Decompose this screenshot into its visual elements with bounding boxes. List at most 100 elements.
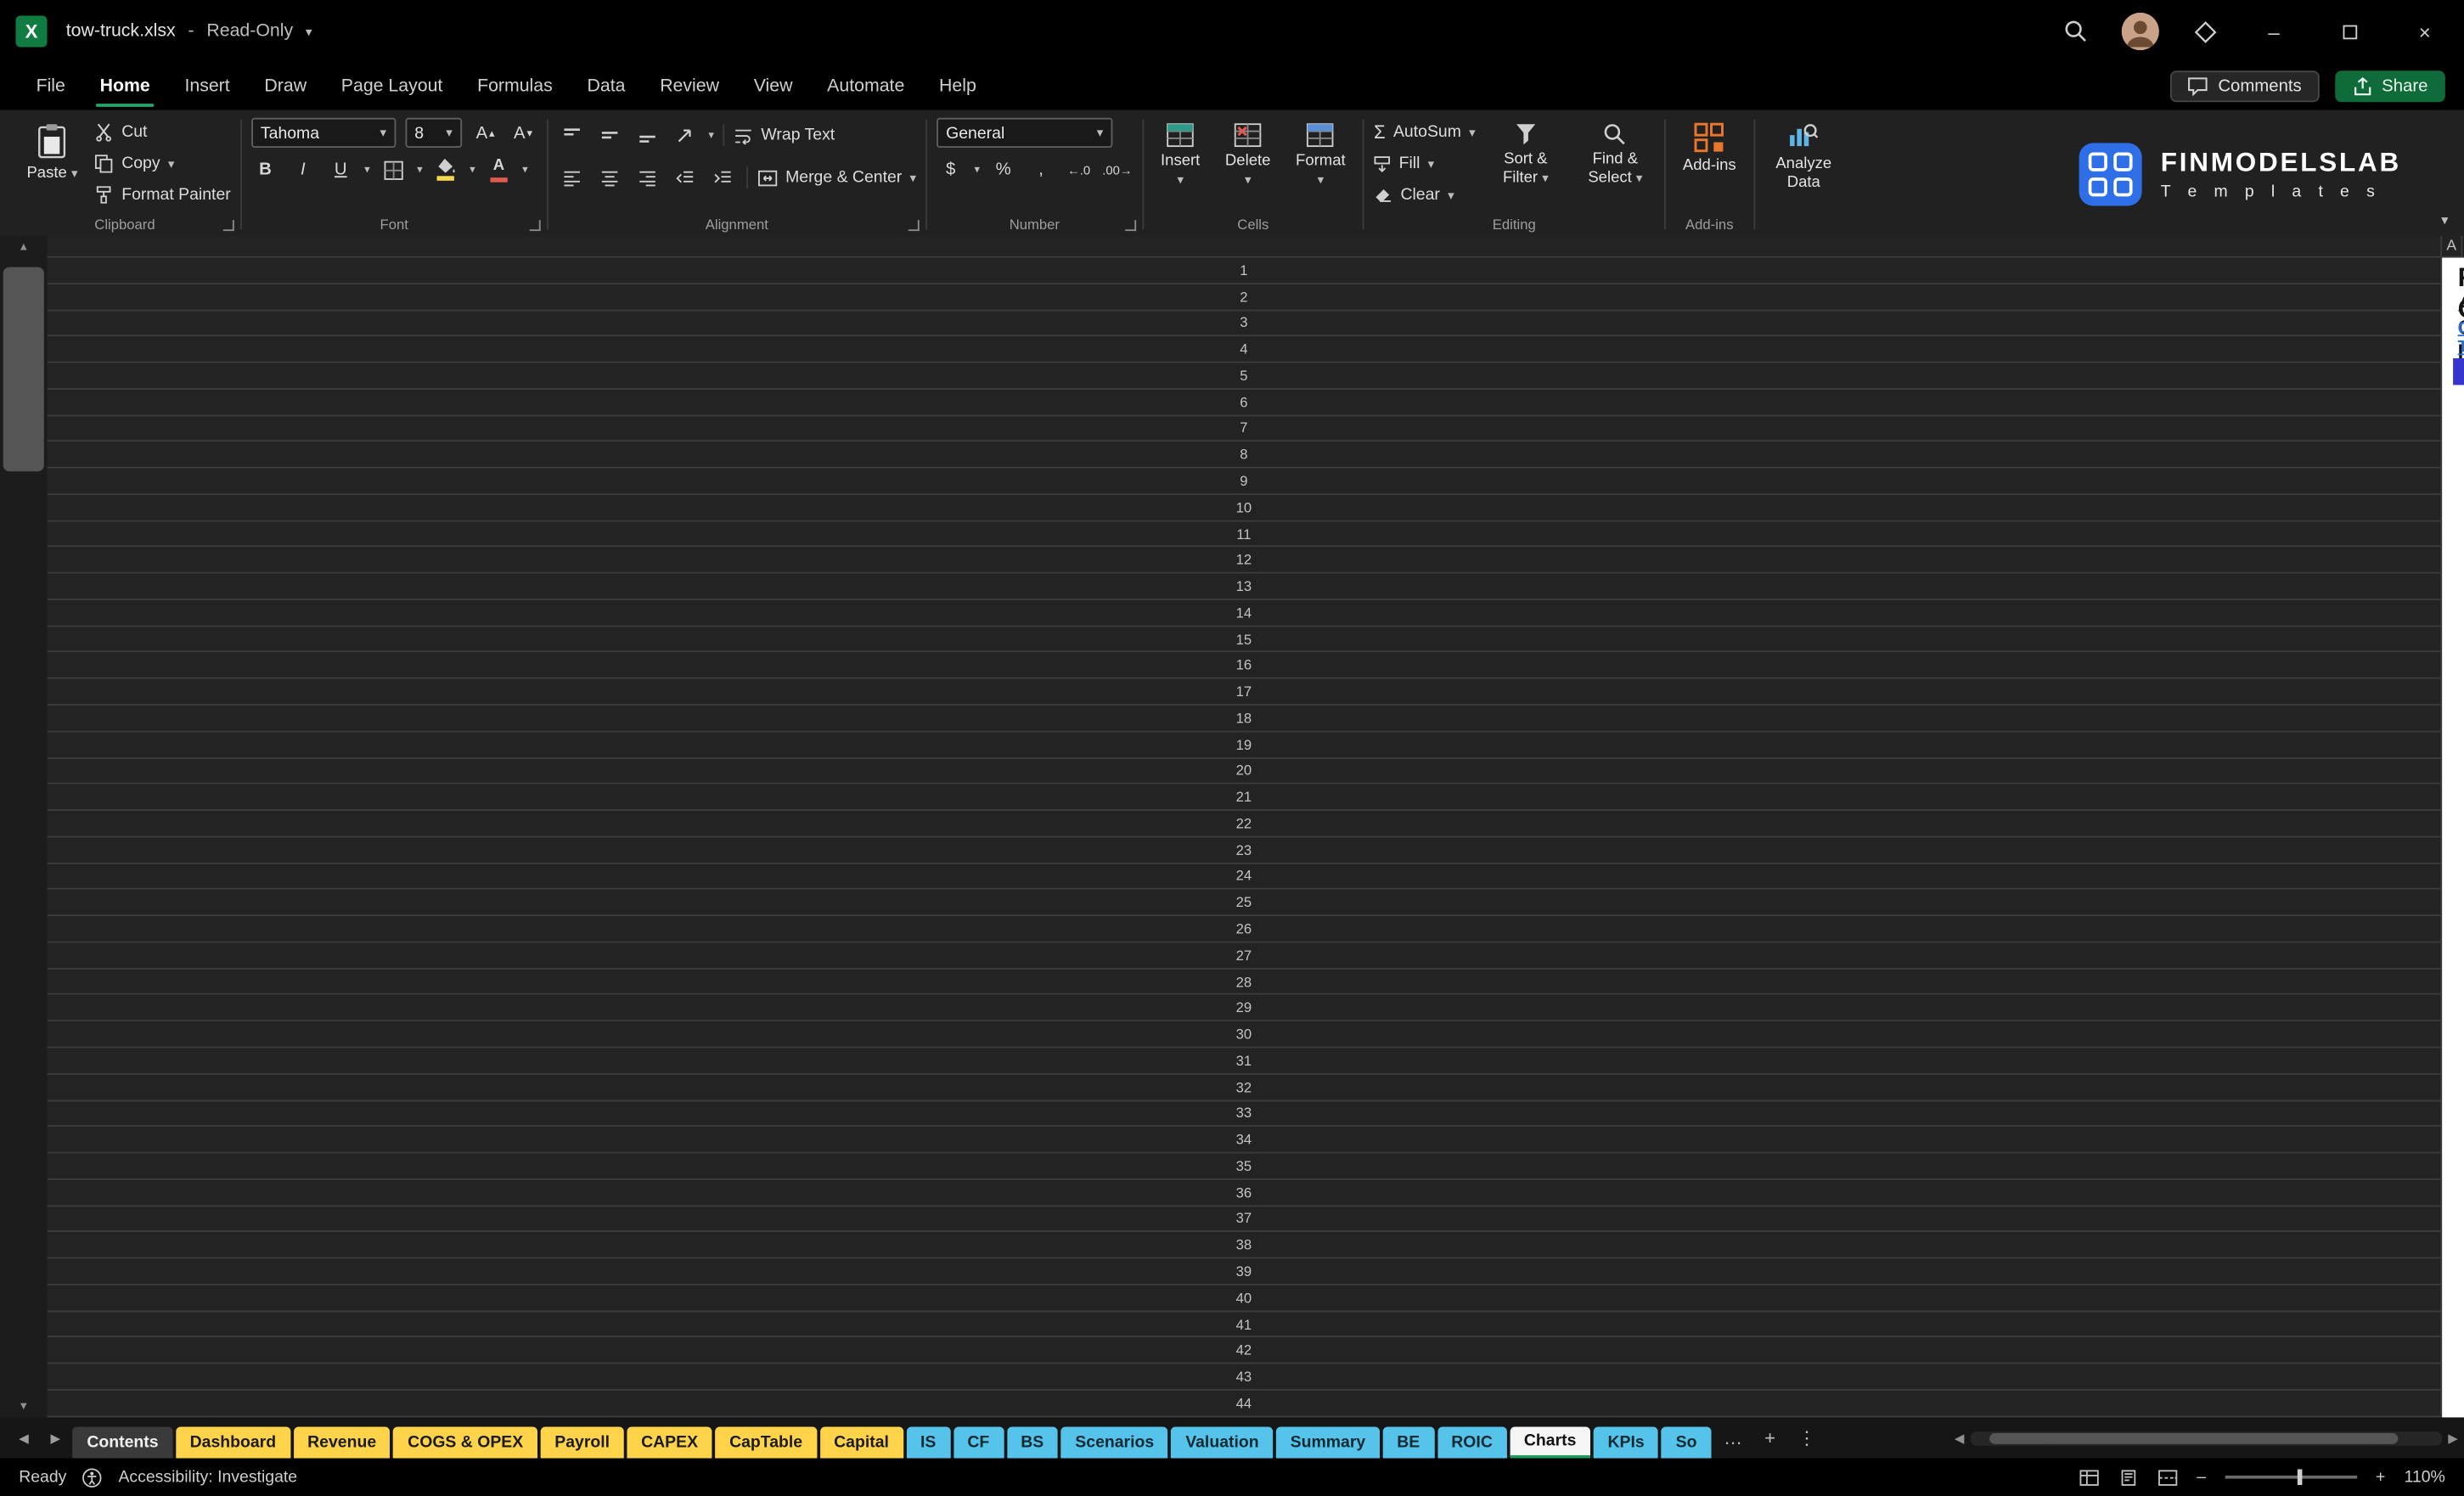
increase-decimal-icon[interactable]: ←.0 xyxy=(1065,155,1093,183)
comments-button[interactable]: Comments xyxy=(2170,70,2320,103)
row-header-25[interactable]: 25 xyxy=(47,890,2441,917)
row-header-1[interactable]: 1 xyxy=(47,258,2441,284)
row-header-36[interactable]: 36 xyxy=(47,1180,2441,1206)
row-header-13[interactable]: 13 xyxy=(47,574,2441,600)
align-bottom-icon[interactable] xyxy=(633,121,661,149)
decrease-font-size-icon[interactable]: A ▾ xyxy=(509,119,537,147)
horizontal-scrollbar[interactable]: ◀ ▶ xyxy=(1955,1431,2458,1445)
sheet-tab-bs[interactable]: BS xyxy=(1006,1426,1058,1459)
fill-color-icon[interactable] xyxy=(432,155,460,183)
menu-tab-insert[interactable]: Insert xyxy=(167,63,247,110)
sheet-tab-contents[interactable]: Contents xyxy=(72,1426,173,1459)
row-header-2[interactable]: 2 xyxy=(47,284,2441,311)
zoom-level[interactable]: 110% xyxy=(2405,1468,2445,1487)
zoom-out-icon[interactable]: – xyxy=(2197,1468,2206,1487)
row-header-32[interactable]: 32 xyxy=(47,1074,2441,1101)
number-dialog-launcher-icon[interactable] xyxy=(1124,220,1136,232)
delete-cells-button[interactable]: Delete ▾ xyxy=(1218,118,1279,194)
row-header-39[interactable]: 39 xyxy=(47,1259,2441,1285)
font-size-select[interactable]: 8 ▾ xyxy=(405,117,462,148)
autosum-button[interactable]: Σ AutoSum ▾ xyxy=(1374,118,1476,146)
fill-button[interactable]: Fill ▾ xyxy=(1374,149,1476,177)
row-header-12[interactable]: 12 xyxy=(47,548,2441,574)
analyze-data-button[interactable]: Analyze Data xyxy=(1764,118,1843,197)
bold-button[interactable]: B xyxy=(251,155,279,183)
align-left-icon[interactable] xyxy=(558,163,586,191)
row-header-40[interactable]: 40 xyxy=(47,1285,2441,1312)
row-header-44[interactable]: 44 xyxy=(47,1391,2441,1417)
sheet-tab-charts[interactable]: Charts xyxy=(1510,1426,1591,1459)
row-header-8[interactable]: 8 xyxy=(47,442,2441,469)
row-header-10[interactable]: 10 xyxy=(47,495,2441,521)
underline-button[interactable]: U xyxy=(327,155,355,183)
avatar[interactable] xyxy=(2121,12,2159,51)
copy-button[interactable]: Copy ▾ xyxy=(95,149,231,177)
row-header-38[interactable]: 38 xyxy=(47,1233,2441,1259)
row-header-24[interactable]: 24 xyxy=(47,863,2441,891)
row-header-5[interactable]: 5 xyxy=(47,363,2441,390)
paste-button[interactable]: Paste ▾ xyxy=(19,118,85,188)
sheet-tab-kpis[interactable]: KPIs xyxy=(1593,1426,1659,1459)
menu-tab-automate[interactable]: Automate xyxy=(810,63,922,110)
row-header-15[interactable]: 15 xyxy=(47,627,2441,653)
clipboard-dialog-launcher-icon[interactable] xyxy=(222,220,234,232)
search-icon[interactable] xyxy=(2059,14,2094,49)
row-header-23[interactable]: 23 xyxy=(47,837,2441,864)
horizontal-scroll-thumb[interactable] xyxy=(1989,1432,2399,1443)
row-header-20[interactable]: 20 xyxy=(47,758,2441,785)
decrease-decimal-icon[interactable]: .00→ xyxy=(1102,155,1132,183)
row-header-11[interactable]: 11 xyxy=(47,521,2441,548)
row-header-28[interactable]: 28 xyxy=(47,969,2441,996)
sheet-tab-valuation[interactable]: Valuation xyxy=(1171,1426,1274,1459)
italic-button[interactable]: I xyxy=(289,155,317,183)
sheet-tab-captable[interactable]: CapTable xyxy=(715,1426,817,1459)
share-button[interactable]: Share xyxy=(2334,70,2445,103)
sort-filter-button[interactable]: Sort & Filter ▾ xyxy=(1485,118,1567,192)
row-header-33[interactable]: 33 xyxy=(47,1100,2441,1128)
orientation-icon[interactable] xyxy=(671,121,699,149)
menu-tab-page-layout[interactable]: Page Layout xyxy=(323,63,459,110)
format-painter-button[interactable]: Format Painter xyxy=(95,181,231,209)
menu-tab-data[interactable]: Data xyxy=(570,63,643,110)
font-name-select[interactable]: Tahoma ▾ xyxy=(250,117,397,148)
percent-format-button[interactable]: % xyxy=(989,155,1017,183)
sheet-tab-revenue[interactable]: Revenue xyxy=(293,1426,391,1459)
sheet-tab-is[interactable]: IS xyxy=(906,1426,950,1459)
alignment-dialog-launcher-icon[interactable] xyxy=(908,220,920,232)
row-header-42[interactable]: 42 xyxy=(47,1338,2441,1364)
scroll-up-icon[interactable]: ▲ xyxy=(18,236,29,258)
row-header-14[interactable]: 14 xyxy=(47,600,2441,627)
diamond-icon[interactable] xyxy=(2187,14,2222,49)
merge-center-button[interactable]: Merge & Center ▾ xyxy=(757,163,916,191)
insert-cells-button[interactable]: Insert ▾ xyxy=(1153,118,1208,194)
align-top-icon[interactable] xyxy=(558,121,586,149)
row-header-7[interactable]: 7 xyxy=(47,416,2441,442)
zoom-slider[interactable] xyxy=(2225,1469,2357,1486)
sheet-nav-right-icon[interactable]: ▶ xyxy=(41,1431,70,1445)
column-header-A[interactable]: A xyxy=(2442,235,2463,256)
sheet-tab-capex[interactable]: CAPEX xyxy=(627,1426,712,1459)
align-middle-icon[interactable] xyxy=(595,121,623,149)
row-header-35[interactable]: 35 xyxy=(47,1154,2441,1180)
format-cells-button[interactable]: Format ▾ xyxy=(1288,118,1353,194)
row-header-17[interactable]: 17 xyxy=(47,679,2441,706)
addins-button[interactable]: Add-ins xyxy=(1675,118,1744,180)
menu-tab-review[interactable]: Review xyxy=(643,63,737,110)
sheet-tab-cogs-opex[interactable]: COGS & OPEX xyxy=(393,1426,537,1459)
row-header-6[interactable]: 6 xyxy=(47,390,2441,416)
more-sheets-button[interactable]: … xyxy=(1714,1427,1752,1449)
font-dialog-launcher-icon[interactable] xyxy=(529,220,541,232)
menu-tab-help[interactable]: Help xyxy=(922,63,994,110)
cells-area[interactable]: Financial Charts ABC Company Inc. Go to … xyxy=(2442,257,2464,1418)
vertical-scrollbar[interactable]: ▲ ▼ xyxy=(0,235,48,1418)
menu-tab-draw[interactable]: Draw xyxy=(247,63,323,110)
comma-format-button[interactable]: , xyxy=(1027,155,1055,183)
row-header-37[interactable]: 37 xyxy=(47,1206,2441,1233)
sheet-tab-capital[interactable]: Capital xyxy=(819,1426,903,1459)
increase-indent-icon[interactable] xyxy=(708,163,736,191)
sheet-tab-dashboard[interactable]: Dashboard xyxy=(175,1426,290,1459)
row-header-4[interactable]: 4 xyxy=(47,337,2441,363)
find-select-button[interactable]: Find & Select ▾ xyxy=(1576,118,1655,192)
align-right-icon[interactable] xyxy=(633,163,661,191)
font-color-icon[interactable]: A xyxy=(485,155,513,183)
